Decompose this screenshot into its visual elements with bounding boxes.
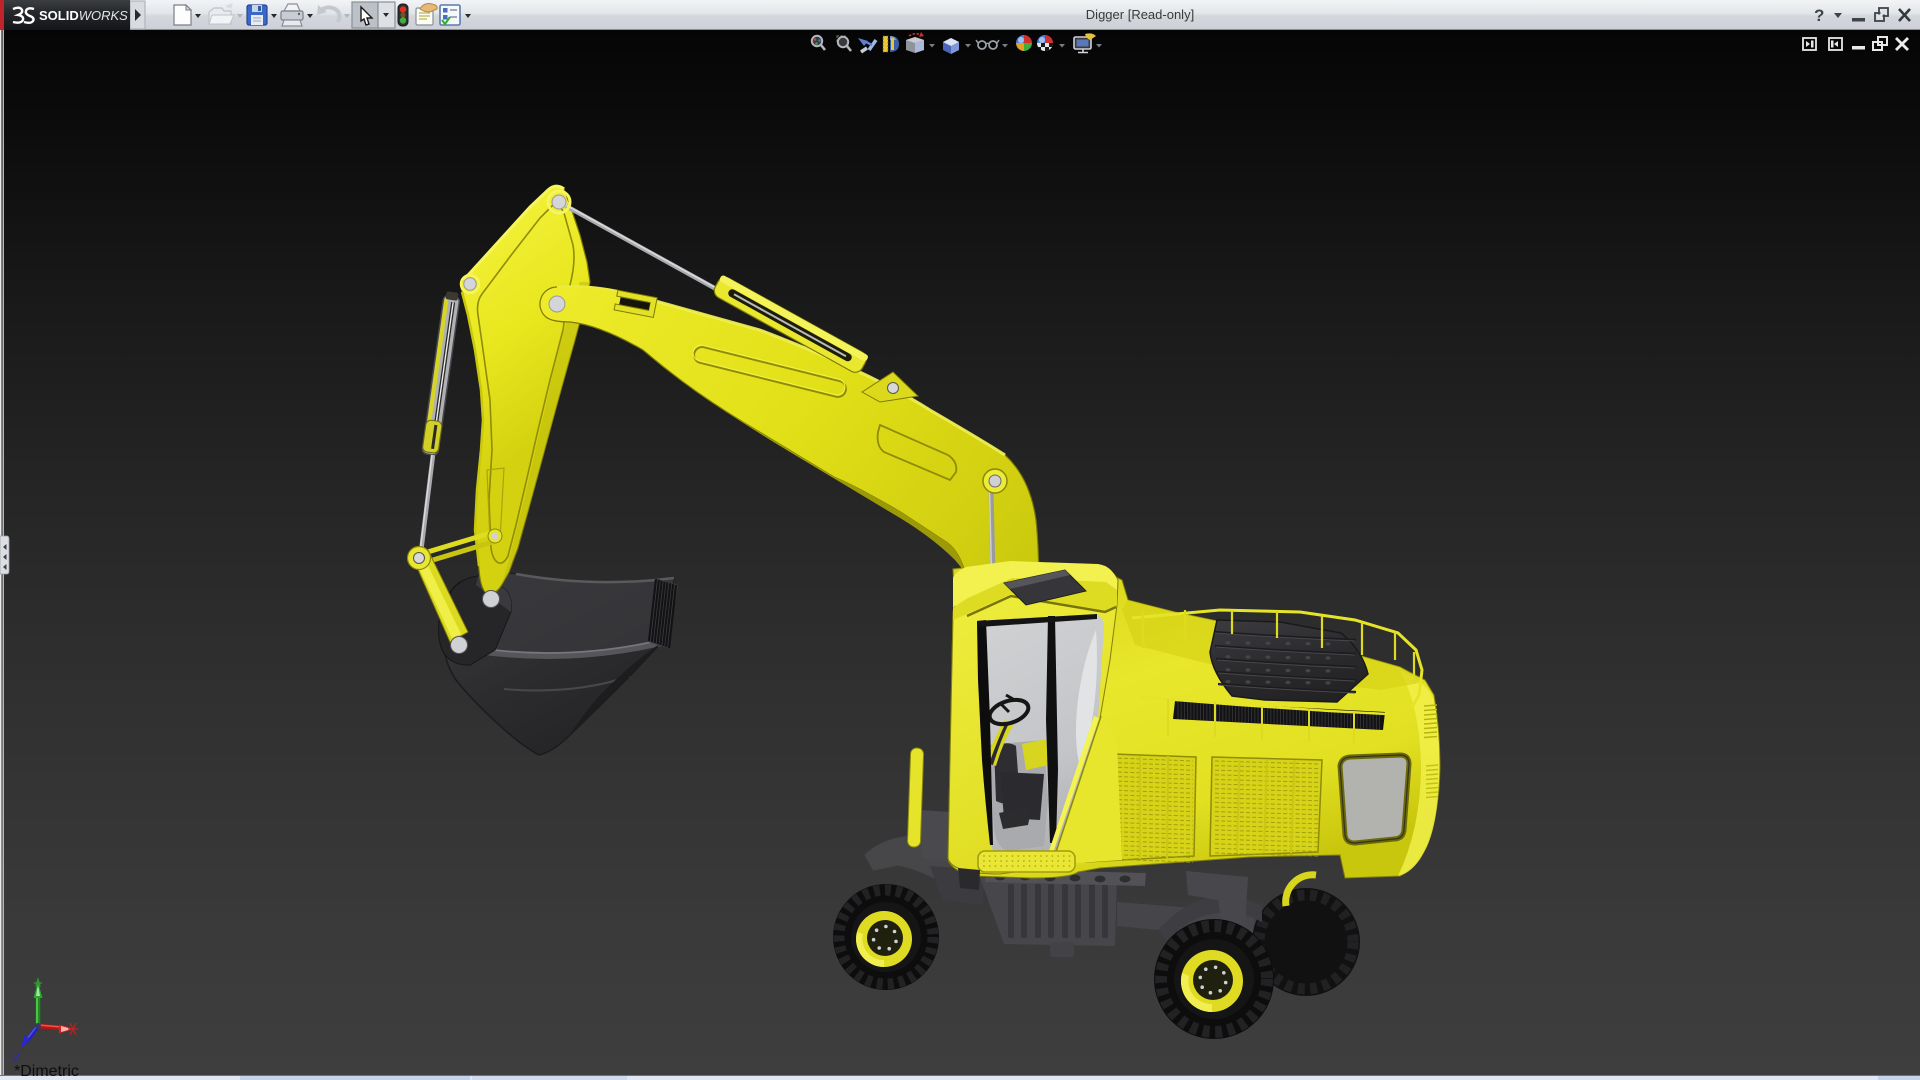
svg-text:*Dimetric: *Dimetric <box>14 1063 79 1080</box>
svg-text:?: ? <box>1814 6 1824 25</box>
svg-text:Z: Z <box>12 1050 20 1065</box>
